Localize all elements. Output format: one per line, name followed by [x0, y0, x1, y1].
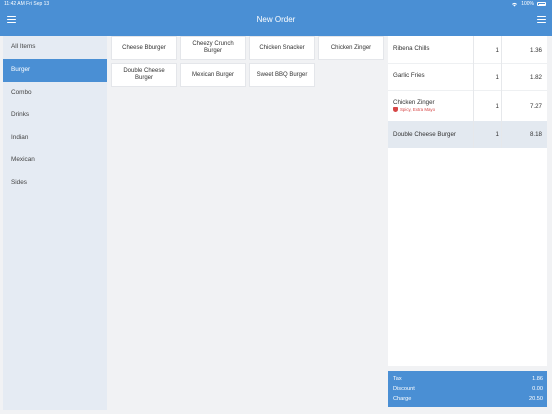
status-indicators: 100%	[511, 1, 546, 7]
order-item-row[interactable]: Chicken Zinger Spicy, Extra Mayo 1 7.27	[388, 94, 547, 121]
discount-row: Discount 0.00	[393, 384, 543, 394]
product-sweet-bbq-burger[interactable]: Sweet BBQ Burger	[249, 63, 315, 87]
category-burger[interactable]: Burger	[3, 58, 107, 82]
order-item-qty: 1	[495, 131, 499, 138]
tax-row: Tax 1.86	[393, 374, 543, 384]
battery-icon	[537, 2, 546, 6]
divider	[388, 89, 547, 90]
order-item-modifiers: Spicy, Extra Mayo	[393, 107, 435, 112]
product-mexican-burger[interactable]: Mexican Burger	[180, 63, 246, 87]
product-double-cheese-burger[interactable]: Double Cheese Burger	[111, 63, 177, 87]
top-bar: 11:42 AM Fri Sep 13 100% New Order	[0, 0, 552, 36]
order-item-price: 7.27	[529, 103, 542, 110]
category-drinks[interactable]: Drinks	[3, 104, 107, 127]
wifi-icon	[512, 2, 518, 6]
category-all-items[interactable]: All Items	[3, 36, 107, 59]
order-item-qty: 1	[495, 47, 499, 54]
order-item-name: Double Cheese Burger	[393, 131, 456, 138]
battery-percent: 100%	[521, 1, 534, 7]
product-cheezy-crunch-burger[interactable]: Cheezy Crunch Burger	[180, 36, 246, 60]
order-item-price: 1.82	[529, 74, 542, 81]
order-list: Ribena Chills 1 1.36 Garlic Fries 1 1.82…	[388, 36, 547, 366]
product-chicken-snacker[interactable]: Chicken Snacker	[249, 36, 315, 60]
category-combo[interactable]: Combo	[3, 82, 107, 105]
menu-icon-right[interactable]	[537, 16, 546, 23]
order-item-qty: 1	[495, 74, 499, 81]
tax-label: Tax	[393, 376, 402, 382]
category-sidebar: All Items Burger Combo Drinks Indian Mex…	[3, 36, 107, 410]
totals-panel: Tax 1.86 Discount 0.00 Charge 20.50	[388, 371, 547, 407]
tax-value: 1.86	[532, 376, 543, 382]
order-item-row[interactable]: Ribena Chills 1 1.36	[388, 36, 547, 63]
charge-value: 20.50	[529, 396, 543, 402]
product-cheese-bburger[interactable]: Cheese Bburger	[111, 36, 177, 60]
discount-value: 0.00	[532, 386, 543, 392]
order-item-name: Ribena Chills	[393, 45, 430, 52]
order-item-row-selected[interactable]: Double Cheese Burger 1 8.18	[388, 121, 547, 148]
column-divider	[501, 36, 502, 148]
order-item-price: 1.36	[529, 47, 542, 54]
status-time: 11:42 AM Fri Sep 13	[4, 1, 50, 7]
order-item-name: Garlic Fries	[393, 72, 425, 79]
order-item-price: 8.18	[529, 131, 542, 138]
charge-row[interactable]: Charge 20.50	[393, 394, 543, 404]
order-item-modifier-text: Spicy, Extra Mayo	[400, 107, 436, 112]
page-title: New Order	[256, 15, 296, 24]
order-item-name: Chicken Zinger	[393, 99, 435, 106]
charge-label: Charge	[393, 396, 412, 402]
category-sides[interactable]: Sides	[3, 172, 107, 195]
discount-label: Discount	[393, 386, 415, 392]
category-indian[interactable]: Indian	[3, 127, 107, 150]
category-mexican[interactable]: Mexican	[3, 149, 107, 172]
order-item-row[interactable]: Garlic Fries 1 1.82	[388, 63, 547, 90]
modifier-icon	[393, 107, 398, 112]
column-divider	[473, 36, 474, 148]
product-chicken-zinger[interactable]: Chicken Zinger	[318, 36, 384, 60]
order-item-qty: 1	[495, 103, 499, 110]
